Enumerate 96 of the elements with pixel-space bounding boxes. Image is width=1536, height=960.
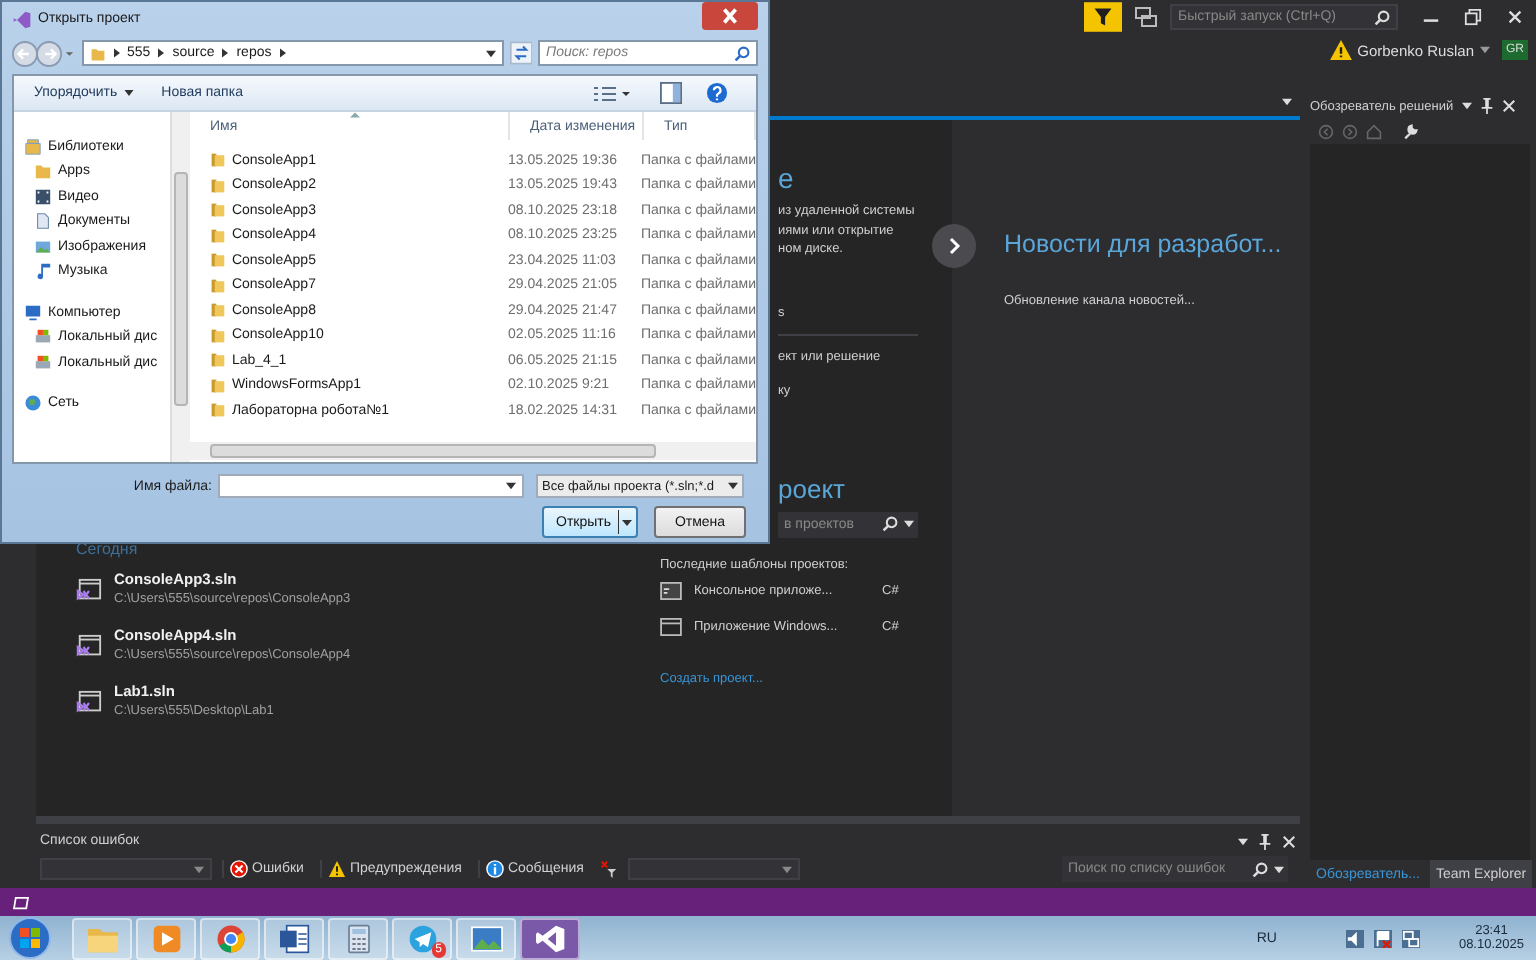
folder-icon <box>210 152 226 169</box>
solution-icon <box>76 578 102 604</box>
folder-icon <box>210 202 226 219</box>
caret-icon[interactable] <box>1273 865 1284 873</box>
chevron-icon[interactable] <box>158 48 165 58</box>
browser-icon <box>213 923 247 953</box>
picture-frame-icon <box>469 923 503 953</box>
preview-pane-icon[interactable] <box>660 82 682 104</box>
chevron-button[interactable] <box>932 224 976 268</box>
search-icon <box>882 516 898 532</box>
taskbar-button[interactable] <box>456 917 516 959</box>
folder-icon <box>34 162 52 181</box>
ribbon-icon <box>12 9 32 29</box>
close-icon[interactable] <box>1501 98 1516 114</box>
library-icon <box>24 137 42 156</box>
start-icon[interactable] <box>8 916 52 960</box>
close-icon[interactable] <box>1506 8 1524 26</box>
back-icon[interactable] <box>1318 124 1334 140</box>
info-icon <box>485 860 504 878</box>
caret-icon[interactable] <box>1282 98 1292 106</box>
folder-icon <box>210 177 226 194</box>
caret-icon[interactable] <box>485 49 496 57</box>
output-icon <box>12 895 30 909</box>
folder-icon <box>210 302 226 319</box>
file-name-field[interactable] <box>218 474 524 498</box>
close-button[interactable] <box>702 2 758 30</box>
folder-icon <box>210 402 226 419</box>
folder-icon <box>210 252 226 269</box>
folder-icon <box>210 327 226 344</box>
caret-icon[interactable] <box>1238 837 1248 845</box>
flag-icon[interactable] <box>1374 929 1393 947</box>
back-forward-icon[interactable] <box>12 39 76 67</box>
wrench-icon[interactable] <box>1402 124 1418 140</box>
window-icon <box>660 617 682 635</box>
search-icon <box>734 45 750 61</box>
caret-icon <box>123 90 134 96</box>
folder-icon <box>210 377 226 394</box>
taskbar-button[interactable] <box>328 917 388 959</box>
drive-icon <box>34 353 52 372</box>
section-heading: е <box>778 160 794 196</box>
document-icon <box>34 212 52 231</box>
volume-icon[interactable] <box>1346 929 1365 947</box>
home-icon[interactable] <box>1366 124 1382 140</box>
caret-icon <box>781 865 792 873</box>
music-note-icon <box>34 262 52 281</box>
news-heading: Новости для разработ... <box>1004 230 1284 258</box>
pin-icon[interactable] <box>1479 98 1494 114</box>
section-heading: роект <box>778 473 845 505</box>
refresh-icon[interactable] <box>509 40 532 66</box>
folder-icon <box>85 923 119 953</box>
scrollbar[interactable] <box>190 442 756 460</box>
console-icon <box>660 581 682 599</box>
feedback-icon[interactable] <box>1134 5 1158 29</box>
drive-icon <box>34 328 52 347</box>
chevron-icon[interactable] <box>279 48 286 58</box>
search-icon <box>1374 9 1390 25</box>
close-icon[interactable] <box>1282 833 1296 849</box>
clear-filter-icon[interactable] <box>599 860 618 878</box>
restore-icon[interactable] <box>1464 8 1482 26</box>
solution-icon <box>76 690 102 716</box>
taskbar-button[interactable] <box>200 917 260 959</box>
image-icon <box>34 237 52 256</box>
caret-icon <box>728 482 738 490</box>
play-icon <box>149 923 183 953</box>
paper-plane-icon <box>405 923 439 953</box>
taskbar-button[interactable] <box>520 917 580 959</box>
pin-icon[interactable] <box>1258 833 1272 849</box>
ribbon-icon <box>533 923 567 953</box>
group-heading: Сегодня <box>76 540 140 558</box>
caret-icon <box>194 865 204 873</box>
filter-icon[interactable] <box>1084 0 1122 34</box>
globe-icon <box>24 394 42 413</box>
caret-icon[interactable] <box>904 520 914 528</box>
view-options-icon[interactable] <box>592 83 632 103</box>
search-icon <box>1251 861 1268 877</box>
taskbar-button[interactable] <box>264 917 324 959</box>
film-icon <box>34 187 52 206</box>
folder-icon <box>210 227 226 244</box>
folder-icon <box>210 277 226 294</box>
solution-icon <box>76 634 102 660</box>
chevron-icon[interactable] <box>222 48 229 58</box>
monitor-icon <box>24 303 42 322</box>
folder-icon <box>210 352 226 369</box>
scrollbar[interactable] <box>170 112 190 462</box>
warning-icon <box>1329 40 1352 60</box>
warning-icon <box>327 860 346 878</box>
error-icon <box>230 860 248 878</box>
folder-icon <box>89 45 106 61</box>
forward-icon[interactable] <box>1342 124 1358 140</box>
caret-icon <box>506 482 516 490</box>
chevron-icon[interactable] <box>113 48 120 58</box>
document-icon <box>277 923 311 953</box>
caret-icon <box>618 510 634 534</box>
caret-icon[interactable] <box>1461 102 1472 110</box>
network-icon[interactable] <box>1402 929 1421 947</box>
help-icon[interactable] <box>706 82 728 104</box>
